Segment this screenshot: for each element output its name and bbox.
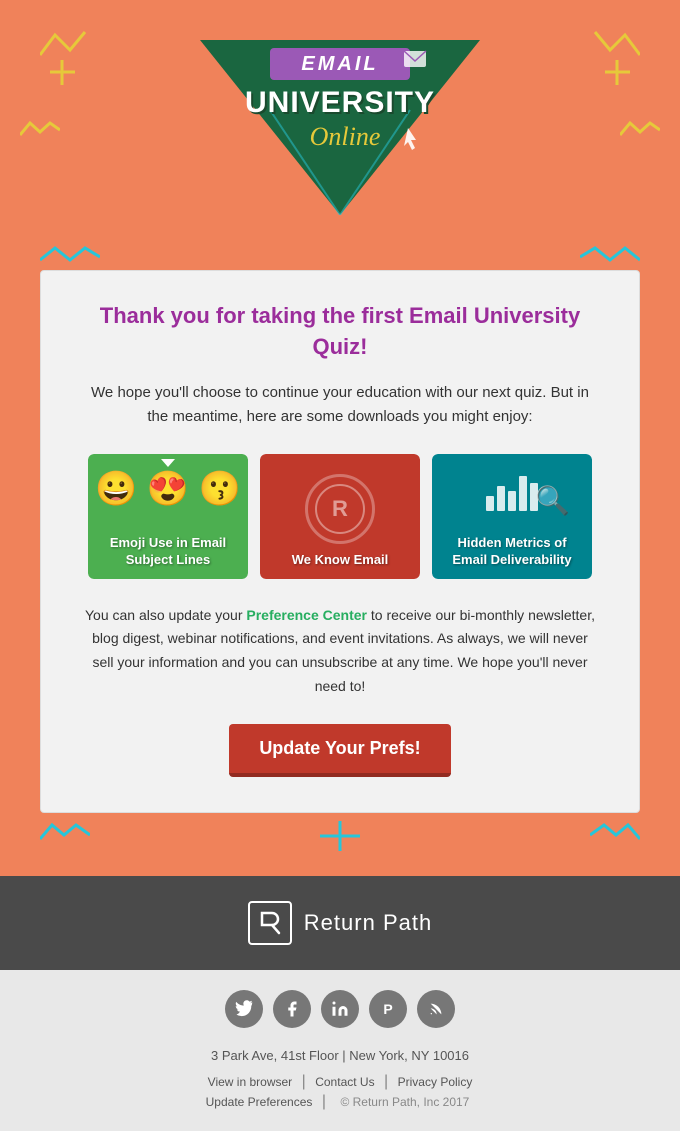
svg-text:Online: Online [310,122,381,151]
deco-right-mid [605,60,630,90]
header-area: EMAIL UNIVERSITY Online [0,0,680,240]
cta-button[interactable]: Update Your Prefs! [229,724,450,777]
deco-row-below-card [0,813,680,856]
contact-us-link[interactable]: Contact Us [315,1075,374,1089]
privacy-policy-link[interactable]: Privacy Policy [398,1075,473,1089]
card-subtitle: We hope you'll choose to continue your e… [81,381,599,429]
preference-center-link[interactable]: Preference Center [246,607,367,623]
deco-right-low [620,120,660,145]
deco-row-above-card [0,240,680,270]
content-card: Thank you for taking the first Email Uni… [40,270,640,813]
body-text: You can also update your Preference Cent… [81,604,599,699]
body-text-before: You can also update your [85,607,246,623]
view-in-browser-link[interactable]: View in browser [208,1075,292,1089]
rp-icon-svg [256,909,284,937]
card-title: Thank you for taking the first Email Uni… [81,301,599,363]
download-card-wke[interactable]: R We Know Email [260,454,420,579]
return-path-logo: Return Path [248,901,432,945]
download-card-metrics[interactable]: 🔍 Hidden Metrics of Email Deliverability [432,454,592,579]
footer-links: View in browser | Contact Us | Privacy P… [20,1073,660,1091]
deco-left-low [20,120,60,145]
svg-text:UNIVERSITY: UNIVERSITY [245,86,435,119]
logo: EMAIL UNIVERSITY Online [190,30,490,220]
rp-logo-icon [248,901,292,945]
footer-address: 3 Park Ave, 41st Floor | New York, NY 10… [20,1043,660,1069]
social-twitter[interactable] [225,990,263,1028]
download-row: 😀 😍 😗 Emoji Use in Email Subject Lines R… [81,454,599,579]
content-wrapper-outer: Thank you for taking the first Email Uni… [0,240,680,876]
footer-light: P 3 Park Ave, 41st Floor | New York, NY … [0,970,680,1131]
footer-copyright: © Return Path, Inc 2017 [340,1095,469,1109]
social-rss[interactable] [417,990,455,1028]
footer-dark: Return Path [0,876,680,970]
download-card-emoji[interactable]: 😀 😍 😗 Emoji Use in Email Subject Lines [88,454,248,579]
magnify-icon: 🔍 [535,484,570,517]
social-facebook[interactable] [273,990,311,1028]
wke-card-label: We Know Email [284,552,397,569]
emoji-card-label: Emoji Use in Email Subject Lines [88,535,248,569]
logo-triangle-svg: EMAIL UNIVERSITY Online [190,30,490,215]
social-linkedin[interactable] [321,990,359,1028]
social-icons-row: P [20,990,660,1028]
return-path-name: Return Path [304,910,432,936]
svg-text:EMAIL: EMAIL [301,53,378,75]
wke-circle: R [305,474,375,544]
metrics-card-label: Hidden Metrics of Email Deliverability [432,535,592,569]
footer-links-2: Update Preferences | © Return Path, Inc … [20,1093,660,1111]
wke-logo-symbol: R [332,496,348,522]
emoji-icons: 😀 😍 😗 [88,469,248,509]
social-pinterest[interactable]: P [369,990,407,1028]
update-preferences-link[interactable]: Update Preferences [206,1095,313,1109]
deco-left-mid [50,60,75,90]
